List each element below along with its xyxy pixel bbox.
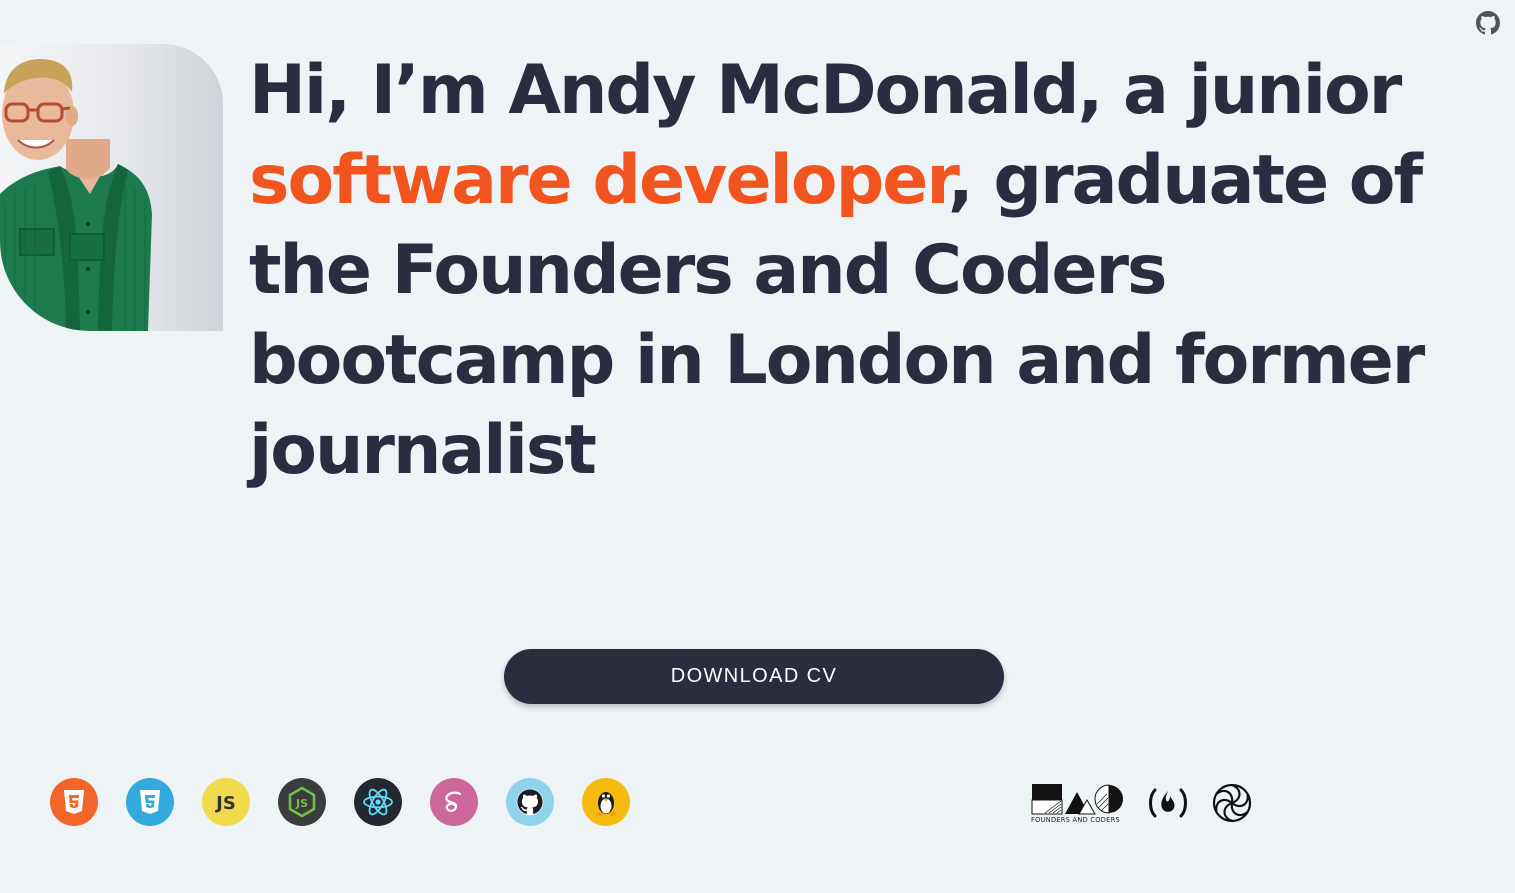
svg-text:JS: JS xyxy=(295,797,308,810)
role-highlight: software developer xyxy=(249,141,950,220)
nodejs-icon: JS xyxy=(278,778,326,826)
github-icon[interactable] xyxy=(1476,11,1500,35)
intro-line-2: software developer, graduate of xyxy=(249,136,1423,226)
profile-photo xyxy=(0,44,223,331)
javascript-icon: JS xyxy=(202,778,250,826)
founders-and-coders-caption: FOUNDERS AND CODERS xyxy=(1031,816,1120,824)
intro-line-5: journalist xyxy=(249,411,597,490)
html5-icon xyxy=(50,778,98,826)
intro-line-3: the Founders and Coders xyxy=(249,231,1168,310)
intro-line-1: Hi, I’m Andy McDonald, a junior xyxy=(249,51,1402,130)
intro-heading: Hi, I’m Andy McDonald, a junior software… xyxy=(249,46,1425,496)
download-cv-button[interactable]: DOWNLOAD CV xyxy=(504,649,1004,704)
svg-text:JS: JS xyxy=(214,793,236,814)
sass-icon xyxy=(430,778,478,826)
founders-and-coders-logo: FOUNDERS AND CODERS xyxy=(1031,782,1125,826)
github-icon xyxy=(506,778,554,826)
css3-icon xyxy=(126,778,174,826)
react-icon xyxy=(354,778,402,826)
tech-icons: JS JS xyxy=(50,778,630,826)
spiral-logo xyxy=(1211,782,1253,824)
intro-line-4: bootcamp in London and former xyxy=(249,321,1425,400)
linux-icon xyxy=(582,778,630,826)
freecodecamp-logo xyxy=(1146,786,1190,820)
intro-line-2-rest: , graduate of xyxy=(947,141,1423,220)
